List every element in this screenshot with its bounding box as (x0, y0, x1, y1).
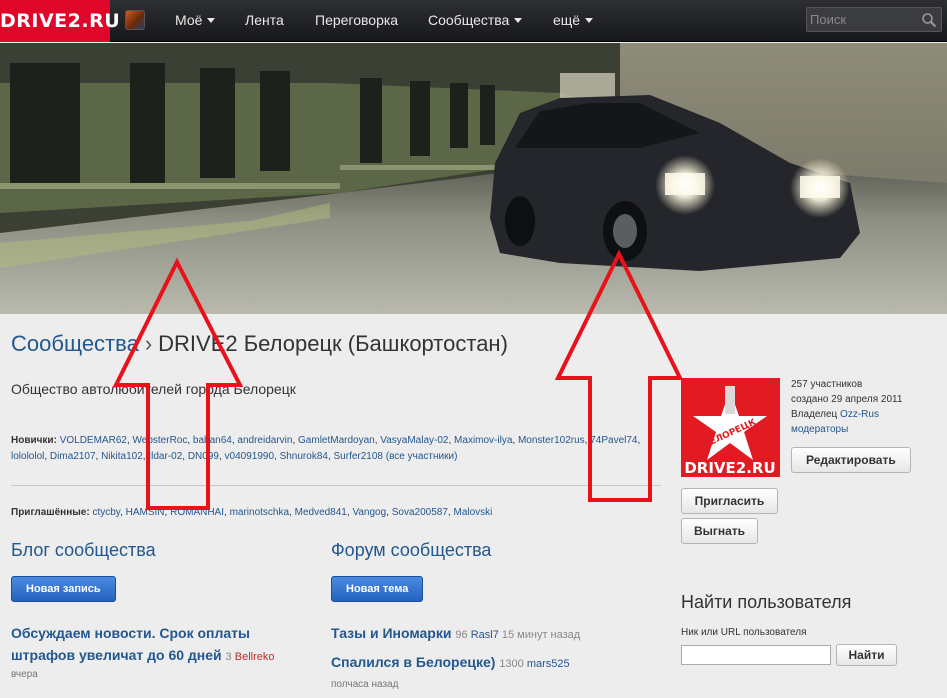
member-link[interactable]: Vangog (352, 507, 386, 518)
member-link[interactable]: DN099 (188, 451, 219, 462)
nav-item-communities[interactable]: Сообщества (428, 0, 523, 42)
topic-time: полчаса назад (331, 679, 399, 690)
nav-item-label: Лента (245, 12, 284, 28)
edit-community-button[interactable]: Редактировать (791, 447, 911, 473)
moderators-link[interactable]: модераторы (791, 424, 848, 435)
newbies-label: Новички: (11, 435, 57, 446)
new-post-button[interactable]: Новая запись (11, 576, 116, 602)
member-link[interactable]: marinotschka (230, 507, 289, 518)
blog-post-title-line2[interactable]: штрафов увеличат до 60 дней (11, 647, 222, 663)
community-avatar[interactable]: БЕЛОРЕЦК DRIVE2.RU (681, 378, 780, 477)
member-link[interactable]: Sova200587 (392, 507, 448, 518)
find-user-input[interactable] (681, 645, 831, 665)
topic-author-link[interactable]: mars525 (527, 658, 570, 670)
member-link[interactable]: ctycby (92, 507, 120, 518)
nav-item-label: Переговорка (315, 12, 399, 28)
nav-item-label: Сообщества (428, 12, 510, 28)
community-cover-photo (0, 43, 947, 314)
chevron-down-icon (207, 17, 216, 23)
topic-time: 15 минут назад (501, 629, 581, 641)
created-date: создано 29 апреля 2011 (791, 394, 903, 405)
community-stats: 257 участников создано 29 апреля 2011 Вл… (791, 377, 902, 437)
member-link[interactable]: Monster102rus (518, 435, 585, 446)
nav-item-more[interactable]: ещё (553, 0, 594, 42)
invited-list: Приглашённые: ctycby, HAMSIN, ROMANHAI, … (11, 507, 493, 518)
site-logo[interactable]: DRIVE2.RU (0, 0, 120, 42)
search-icon[interactable] (921, 12, 937, 28)
member-link[interactable]: Nikita102 (101, 451, 143, 462)
community-description: Общество автолюбителей города Белорецк (11, 381, 296, 397)
forum-topic-title[interactable]: Спалился в Белорецке) (331, 654, 495, 670)
search-box (806, 7, 942, 32)
blog-post-title-line1[interactable]: Обсуждаем новости. Срок оплаты (11, 625, 250, 641)
member-link[interactable]: v04091990 (225, 451, 275, 462)
blog-post-item: Обсуждаем новости. Срок оплаты штрафов у… (11, 622, 274, 668)
member-link[interactable]: Surfer2108 (334, 451, 383, 462)
invited-label: Приглашённые: (11, 507, 90, 518)
page-title: DRIVE2 Белорецк (Башкортостан) (158, 331, 508, 356)
members-count: 257 участников (791, 379, 863, 390)
post-author-link[interactable]: Bellreko (235, 651, 275, 663)
owner-label: Владелец (791, 409, 838, 420)
topic-author-link[interactable]: Rasl7 (471, 629, 499, 641)
nav-item-moe[interactable]: Моё (175, 0, 216, 42)
topic-count: 96 (455, 629, 468, 641)
kick-button[interactable]: Выгнать (681, 518, 758, 544)
member-link[interactable]: HAMSIN (126, 507, 165, 518)
cover-photo-illustration (0, 43, 947, 314)
nav-item-talks[interactable]: Переговорка (315, 0, 398, 42)
nav-item-label: Моё (175, 12, 203, 28)
nav-item-label: ещё (553, 12, 581, 28)
owner-line: Владелец Ozz-Rus (791, 407, 902, 422)
owner-link[interactable]: Ozz-Rus (840, 409, 879, 420)
community-logo-graphic: БЕЛОРЕЦК DRIVE2.RU (681, 378, 780, 477)
forum-topic-title[interactable]: Тазы и Иномарки (331, 625, 451, 641)
member-link[interactable]: Shnurok84 (280, 451, 328, 462)
forum-heading[interactable]: Форум сообщества (331, 540, 491, 561)
post-time: вчера (11, 669, 38, 680)
user-avatar[interactable] (125, 10, 145, 30)
member-link[interactable]: 74Pavel74 (590, 435, 637, 446)
comment-count: 3 (225, 651, 232, 663)
search-input[interactable] (807, 8, 917, 31)
member-link[interactable]: Malovski (453, 507, 492, 518)
community-logo-brand: DRIVE2.RU (684, 459, 775, 477)
member-link[interactable]: andreidarvin (237, 435, 292, 446)
invite-button[interactable]: Пригласить (681, 488, 778, 514)
member-link[interactable]: GamletMardoyan (298, 435, 375, 446)
top-nav-bar: DRIVE2.RU Моё Лента Переговорка Сообщест… (0, 0, 947, 42)
find-user-button[interactable]: Найти (836, 644, 897, 666)
member-link[interactable]: Maximov-ilya (454, 435, 512, 446)
member-link[interactable]: VasyaMalay-02 (380, 435, 448, 446)
member-link[interactable]: baban64 (193, 435, 232, 446)
blog-heading[interactable]: Блог сообщества (11, 540, 156, 561)
member-link[interactable]: Ildar-02 (148, 451, 182, 462)
find-user-heading: Найти пользователя (681, 592, 852, 612)
member-link[interactable]: Medved841 (295, 507, 347, 518)
member-link[interactable]: Dima2107 (50, 451, 96, 462)
member-link[interactable]: WebsterRoc (133, 435, 188, 446)
newbies-list: Новички: VOLDEMAR62, WebsterRoc, baban64… (11, 435, 641, 462)
breadcrumb-separator: › (144, 331, 153, 356)
all-members-link[interactable]: (все участники) (386, 451, 458, 462)
breadcrumb: Сообщества › DRIVE2 Белорецк (Башкортостан… (11, 331, 508, 357)
nav-item-feed[interactable]: Лента (245, 0, 284, 42)
chevron-down-icon (585, 17, 594, 23)
find-user-label: Ник или URL пользователя (681, 627, 807, 638)
forum-topic-item: Тазы и Иномарки 96 Rasl7 15 минут назад (331, 622, 580, 646)
member-link[interactable]: lolololol (11, 451, 44, 462)
breadcrumb-communities-link[interactable]: Сообщества (11, 331, 139, 356)
new-topic-button[interactable]: Новая тема (331, 576, 424, 602)
chevron-down-icon (514, 17, 523, 23)
member-link[interactable]: VOLDEMAR62 (60, 435, 127, 446)
forum-topic-item: Спалился в Белорецке) 1300 mars525 (331, 651, 570, 675)
member-link[interactable]: ROMANHAI (170, 507, 224, 518)
divider (11, 485, 661, 486)
topic-count: 1300 (499, 658, 524, 670)
